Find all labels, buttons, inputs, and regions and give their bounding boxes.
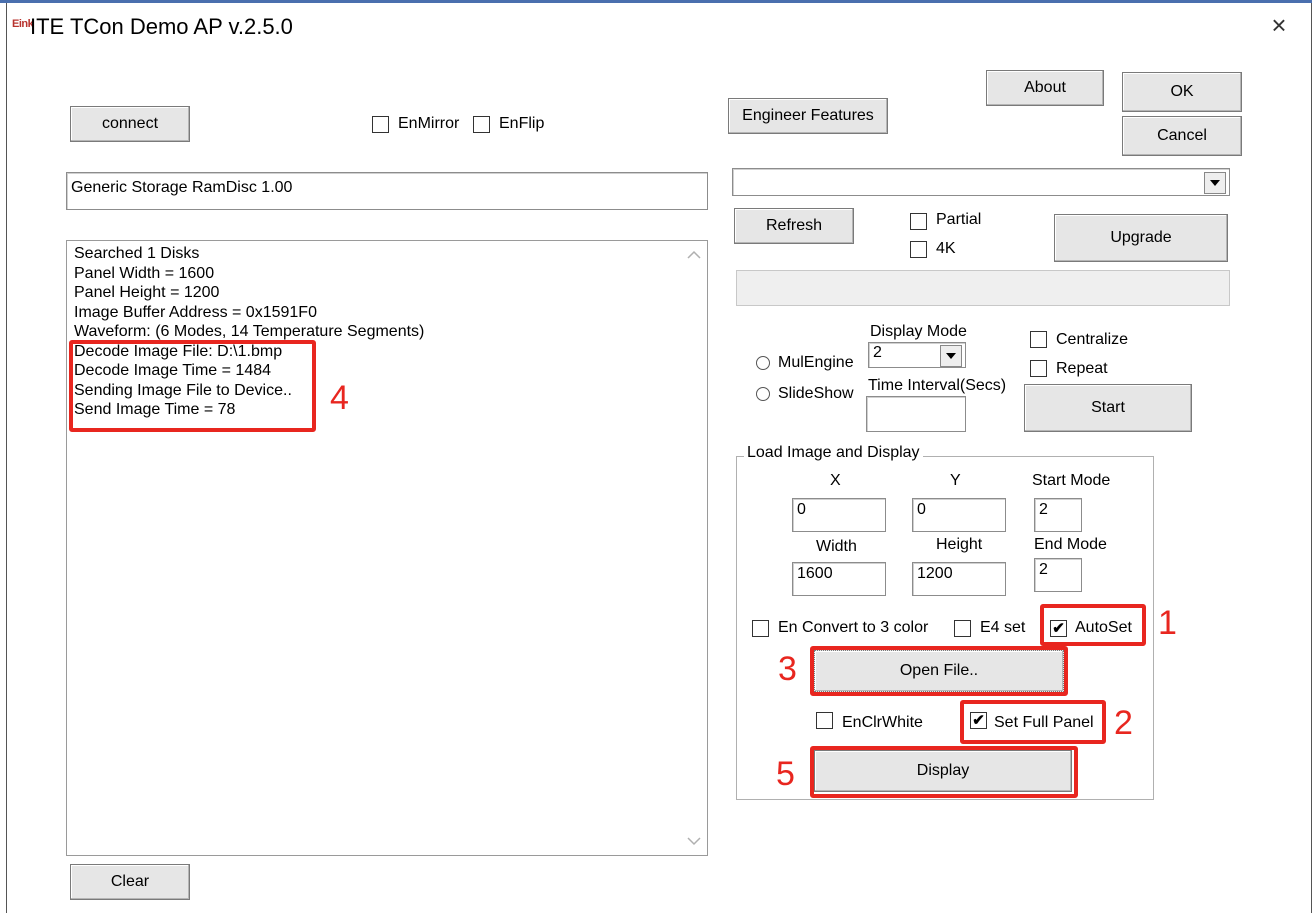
- log-line: Image Buffer Address = 0x1591F0: [74, 303, 317, 321]
- load-image-group-title: Load Image and Display: [744, 444, 923, 462]
- log-output[interactable]: Searched 1 Disks Panel Width = 1600 Pane…: [66, 240, 708, 856]
- repeat-label: Repeat: [1056, 360, 1108, 377]
- chevron-down-icon[interactable]: [940, 345, 962, 367]
- scroll-up-icon: [687, 250, 701, 259]
- time-interval-label: Time Interval(Secs): [868, 377, 1007, 394]
- upgrade-button[interactable]: Upgrade: [1054, 214, 1228, 262]
- mul-engine-radio[interactable]: [756, 356, 770, 370]
- close-icon[interactable]: ×: [1262, 8, 1296, 42]
- en-flip-checkbox[interactable]: [473, 116, 490, 133]
- start-mode-input[interactable]: 2: [1034, 498, 1082, 532]
- device-dropdown[interactable]: [732, 168, 1230, 196]
- centralize-checkbox[interactable]: [1030, 331, 1047, 348]
- partial-checkbox[interactable]: [910, 213, 927, 230]
- y-label: Y: [950, 472, 961, 489]
- cancel-button[interactable]: Cancel: [1122, 116, 1242, 156]
- centralize-label: Centralize: [1056, 331, 1129, 348]
- en-mirror-label: EnMirror: [398, 115, 460, 132]
- start-mode-label: Start Mode: [1032, 472, 1111, 489]
- height-input[interactable]: 1200: [912, 562, 1006, 596]
- display-mode-select[interactable]: 2: [868, 342, 966, 368]
- display-mode-value: 2: [873, 344, 882, 361]
- progress-bar: [736, 270, 1230, 306]
- 4k-checkbox[interactable]: [910, 241, 927, 258]
- window-title: ITE TCon Demo AP v.2.5.0: [30, 14, 293, 39]
- x-input[interactable]: 0: [792, 498, 886, 532]
- annotation-number-4: 4: [330, 379, 349, 417]
- partial-label: Partial: [936, 211, 982, 228]
- device-name-field[interactable]: Generic Storage RamDisc 1.00: [66, 172, 708, 210]
- width-input[interactable]: 1600: [792, 562, 886, 596]
- time-interval-input[interactable]: [866, 396, 966, 432]
- log-scrollbar[interactable]: [683, 242, 705, 854]
- annotation-number-5: 5: [776, 755, 795, 793]
- refresh-button[interactable]: Refresh: [734, 208, 854, 244]
- e4-set-label: E4 set: [980, 619, 1026, 636]
- end-mode-input[interactable]: 2: [1034, 558, 1082, 592]
- chevron-down-icon[interactable]: [1204, 172, 1226, 194]
- annotation-box-3: [810, 646, 1068, 696]
- e4-set-checkbox[interactable]: [954, 620, 971, 637]
- ok-button[interactable]: OK: [1122, 72, 1242, 112]
- log-line: Panel Height = 1200: [74, 284, 220, 301]
- start-button[interactable]: Start: [1024, 384, 1192, 432]
- annotation-number-1: 1: [1158, 604, 1177, 642]
- annotation-box-5: [810, 746, 1078, 798]
- connect-button[interactable]: connect: [70, 106, 190, 142]
- log-line: Waveform: (6 Modes, 14 Temperature Segme…: [74, 323, 425, 340]
- annotation-box-1: [1040, 604, 1146, 646]
- log-line: Panel Width = 1600: [74, 264, 215, 282]
- display-mode-label: Display Mode: [870, 323, 967, 340]
- y-input[interactable]: 0: [912, 498, 1006, 532]
- annotation-number-3: 3: [778, 650, 797, 688]
- slideshow-radio[interactable]: [756, 387, 770, 401]
- en-clr-white-checkbox[interactable]: [816, 712, 833, 729]
- mul-engine-label: MulEngine: [778, 354, 854, 371]
- repeat-checkbox[interactable]: [1030, 360, 1047, 377]
- end-mode-label: End Mode: [1034, 536, 1107, 553]
- scroll-down-icon: [687, 837, 701, 846]
- log-line: Searched 1 Disks: [74, 245, 200, 262]
- about-button[interactable]: About: [986, 70, 1104, 106]
- en-convert-label: En Convert to 3 color: [778, 619, 929, 636]
- width-label: Width: [816, 538, 857, 555]
- clear-button[interactable]: Clear: [70, 864, 190, 900]
- 4k-label: 4K: [936, 240, 956, 257]
- en-flip-label: EnFlip: [499, 115, 545, 132]
- height-label: Height: [936, 536, 983, 553]
- slideshow-label: SlideShow: [778, 385, 854, 402]
- en-clr-white-label: EnClrWhite: [842, 714, 923, 731]
- annotation-number-2: 2: [1114, 704, 1133, 742]
- x-label: X: [830, 472, 841, 489]
- engineer-features-button[interactable]: Engineer Features: [728, 98, 888, 134]
- en-mirror-checkbox[interactable]: [372, 116, 389, 133]
- annotation-box-2: [960, 700, 1106, 744]
- en-convert-checkbox[interactable]: [752, 620, 769, 637]
- annotation-box-4: [69, 340, 316, 432]
